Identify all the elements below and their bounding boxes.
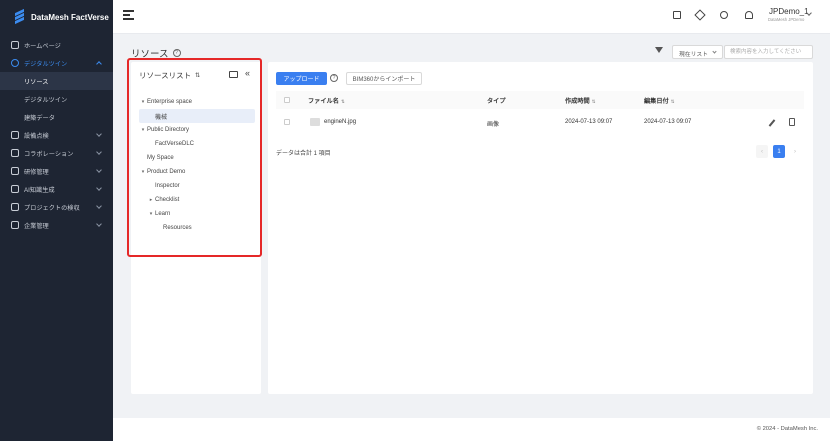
upload-button[interactable]: アップロード (276, 72, 327, 85)
column-header-label: 作成時間 (565, 98, 590, 105)
copyright: © 2024 - DataMesh Inc. (756, 426, 818, 432)
chevron-down-icon (96, 185, 102, 191)
bell-icon[interactable] (745, 11, 753, 19)
column-header-edited[interactable]: 編集日付 ⇅ (644, 96, 675, 105)
chevron-down-icon (96, 149, 102, 155)
calendar-icon (11, 203, 19, 211)
chevron-down-icon (712, 49, 717, 54)
menu-label: コラボレーション (24, 150, 74, 158)
submenu-item-digital-twin[interactable]: デジタルツイン (0, 90, 113, 108)
row-checkbox[interactable] (284, 119, 290, 125)
sidebar: DataMesh FactVerse ホームページ デジタルツイン リソース デ… (0, 0, 113, 441)
menu-label: デジタルツイン (24, 96, 68, 104)
cube-icon[interactable] (694, 9, 706, 21)
clipboard-icon (11, 131, 19, 139)
datamesh-logo-icon (15, 8, 25, 25)
chevron-down-icon (96, 221, 102, 227)
help-icon[interactable]: ? (172, 49, 181, 57)
select-all-checkbox[interactable] (284, 97, 290, 103)
sort-icon: ⇅ (340, 99, 345, 104)
training-icon (11, 167, 19, 175)
search-input[interactable] (724, 45, 813, 59)
chevron-down-icon (96, 167, 102, 173)
menu-item-home[interactable]: ホームページ (0, 36, 113, 54)
menu-label: ホームページ (24, 42, 61, 50)
table-row[interactable]: engineN.jpg 画像 2024-07-13 09:07 2024-07-… (276, 112, 804, 134)
scope-select[interactable]: 現在リスト (672, 45, 723, 59)
users-icon (11, 149, 19, 157)
menu-label: 研修管理 (24, 168, 49, 176)
menu-label: 建築データ (24, 114, 55, 122)
top-header: JPDemo_1 DataMesh JPDemo (113, 0, 830, 34)
delete-icon[interactable] (789, 118, 795, 126)
menu-item-inspection[interactable]: 設備点検 (0, 126, 113, 144)
help-icon[interactable]: ? (330, 74, 338, 82)
menu-label: プロジェクトの検収 (24, 204, 80, 212)
submenu-item-resources[interactable]: リソース (0, 72, 113, 90)
chevron-down-icon (96, 131, 102, 137)
pagination-prev[interactable]: ‹ (756, 145, 768, 158)
menu-label: AI知識生成 (24, 186, 55, 194)
digital-twin-submenu: リソース デジタルツイン 建築データ (0, 72, 113, 126)
filter-icon[interactable] (655, 47, 663, 53)
total-count: データは合計 1 項目 (276, 151, 331, 157)
menu-item-training[interactable]: 研修管理 (0, 162, 113, 180)
ai-icon (11, 185, 19, 193)
menu-item-ai-knowledge[interactable]: AI知識生成 (0, 180, 113, 198)
column-header-label: ファイル名 (308, 98, 339, 105)
menu-label: デジタルツイン (24, 60, 68, 68)
chevron-up-icon (96, 61, 102, 67)
footer: © 2024 - DataMesh Inc. (113, 418, 830, 441)
chevron-down-icon (96, 203, 102, 209)
menu-item-digital-twin[interactable]: デジタルツイン (0, 54, 113, 72)
file-type: 画像 (487, 122, 500, 128)
column-header-created[interactable]: 作成時間 ⇅ (565, 96, 596, 105)
file-name[interactable]: engineN.jpg (324, 119, 356, 125)
home-icon (11, 41, 19, 49)
gear-icon (11, 59, 19, 67)
brand[interactable]: DataMesh FactVerse (0, 0, 113, 34)
menu-label: 設備点検 (24, 132, 49, 140)
pagination-next[interactable]: › (789, 145, 801, 158)
menu-item-enterprise[interactable]: 企業管理 (0, 216, 113, 234)
user-org: DataMesh JPDemo (768, 17, 805, 22)
menu-toggle-icon[interactable] (123, 10, 134, 20)
user-name[interactable]: JPDemo_1 (769, 7, 809, 16)
pagination-page[interactable]: 1 (773, 145, 785, 158)
column-header-filename[interactable]: ファイル名 ⇅ (308, 96, 345, 105)
building-icon (11, 221, 19, 229)
file-created: 2024-07-13 09:07 (565, 119, 613, 125)
image-thumbnail-icon (310, 118, 320, 126)
edit-icon[interactable] (768, 119, 776, 127)
table-header: ファイル名 ⇅ タイプ 作成時間 ⇅ 編集日付 ⇅ (276, 91, 804, 109)
column-header-type: タイプ (487, 98, 506, 105)
submenu-item-building-data[interactable]: 建築データ (0, 108, 113, 126)
menu-item-collaboration[interactable]: コラボレーション (0, 144, 113, 162)
scope-select-value: 現在リスト (679, 52, 708, 58)
sort-icon: ⇅ (591, 99, 596, 104)
menu-label: リソース (24, 78, 49, 86)
brand-name: DataMesh FactVerse (31, 12, 109, 22)
main-menu: ホームページ デジタルツイン リソース デジタルツイン 建築データ 設備点検 コ… (0, 36, 113, 234)
document-icon[interactable] (673, 11, 681, 19)
column-header-label: 編集日付 (644, 98, 669, 105)
highlight-annotation (127, 58, 262, 257)
menu-label: 企業管理 (24, 222, 49, 230)
file-list-panel: アップロード ? BIM360からインポート ファイル名 ⇅ タイプ 作成時間 ⇅ … (268, 62, 813, 394)
sort-icon: ⇅ (670, 99, 675, 104)
file-edited: 2024-07-13 09:07 (644, 119, 692, 125)
bim360-import-button[interactable]: BIM360からインポート (346, 72, 422, 85)
globe-icon[interactable] (720, 11, 728, 19)
menu-item-project-acceptance[interactable]: プロジェクトの検収 (0, 198, 113, 216)
